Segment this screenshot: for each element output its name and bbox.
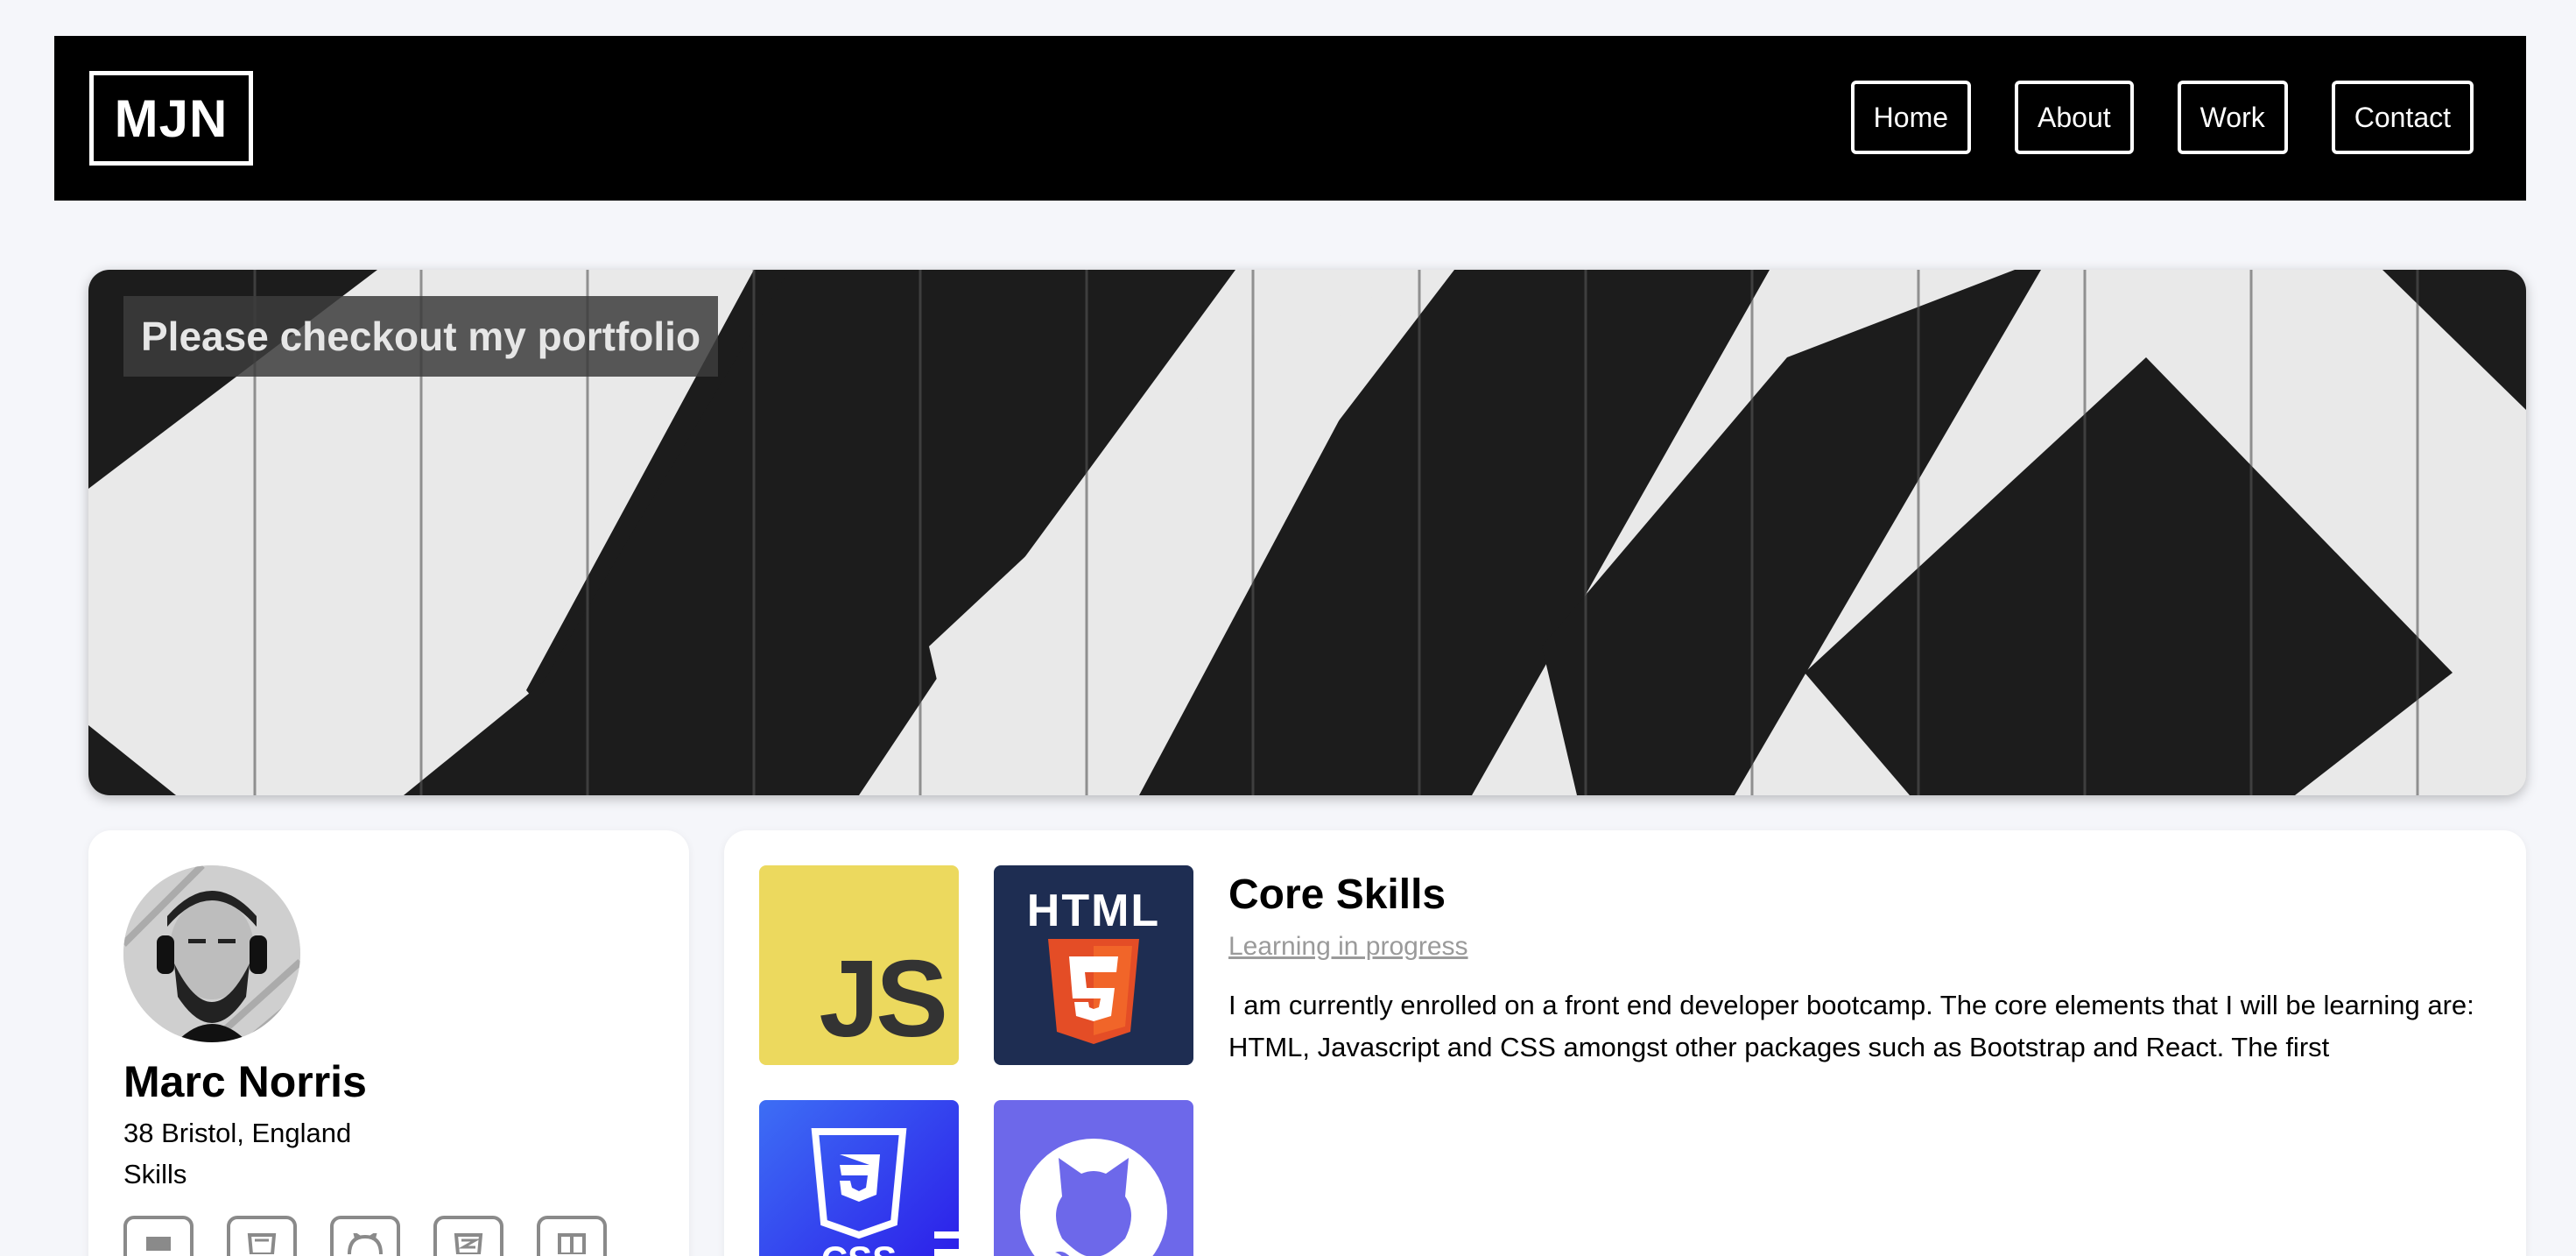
hero-caption: Please checkout my portfolio: [123, 296, 719, 377]
github-icon: [330, 1216, 400, 1256]
html5-icon: [227, 1216, 297, 1256]
css3-tile-label: CSS: [759, 1238, 959, 1256]
profile-location: 38 Bristol, England: [123, 1118, 352, 1148]
core-skills-subtitle-link[interactable]: Learning in progress: [1228, 932, 1468, 962]
core-skills-description: I am currently enrolled on a front end d…: [1228, 990, 2474, 1062]
profile-card: Marc Norris 38 Bristol, England Skills: [88, 830, 689, 1256]
logo[interactable]: MJN: [89, 71, 253, 166]
skill-icon-row: [123, 1216, 607, 1256]
nav-links: Home About Work Contact: [1850, 81, 2474, 154]
javascript-icon: [123, 1216, 194, 1256]
nav-home-button[interactable]: Home: [1850, 81, 1972, 154]
css3-shield-icon: [811, 1128, 959, 1256]
navbar: MJN Home About Work Contact: [54, 36, 2526, 201]
html5-shield-icon: [1048, 939, 1139, 1044]
javascript-tile: JS: [759, 865, 959, 1065]
bootstrap-icon: [537, 1216, 607, 1256]
core-skills-title: Core Skills: [1228, 871, 1446, 918]
javascript-tile-label: JS: [819, 939, 948, 1060]
profile-skills-label: Skills: [123, 1159, 187, 1189]
html5-tile: HTML: [994, 865, 1193, 1065]
nav-work-button[interactable]: Work: [2177, 81, 2288, 154]
nav-about-button[interactable]: About: [2015, 81, 2134, 154]
css3-icon: [433, 1216, 503, 1256]
github-tile: [994, 1100, 1193, 1256]
profile-avatar: [123, 865, 300, 1042]
css3-tile: CSS: [759, 1100, 959, 1256]
skills-card: JS HTML CSS Core Skills Learning in prog…: [724, 830, 2526, 1256]
hero-banner: Please checkout my portfolio: [88, 270, 2526, 795]
profile-name: Marc Norris: [123, 1057, 367, 1106]
github-octocat-icon: [1020, 1139, 1167, 1256]
nav-contact-button[interactable]: Contact: [2331, 81, 2474, 154]
